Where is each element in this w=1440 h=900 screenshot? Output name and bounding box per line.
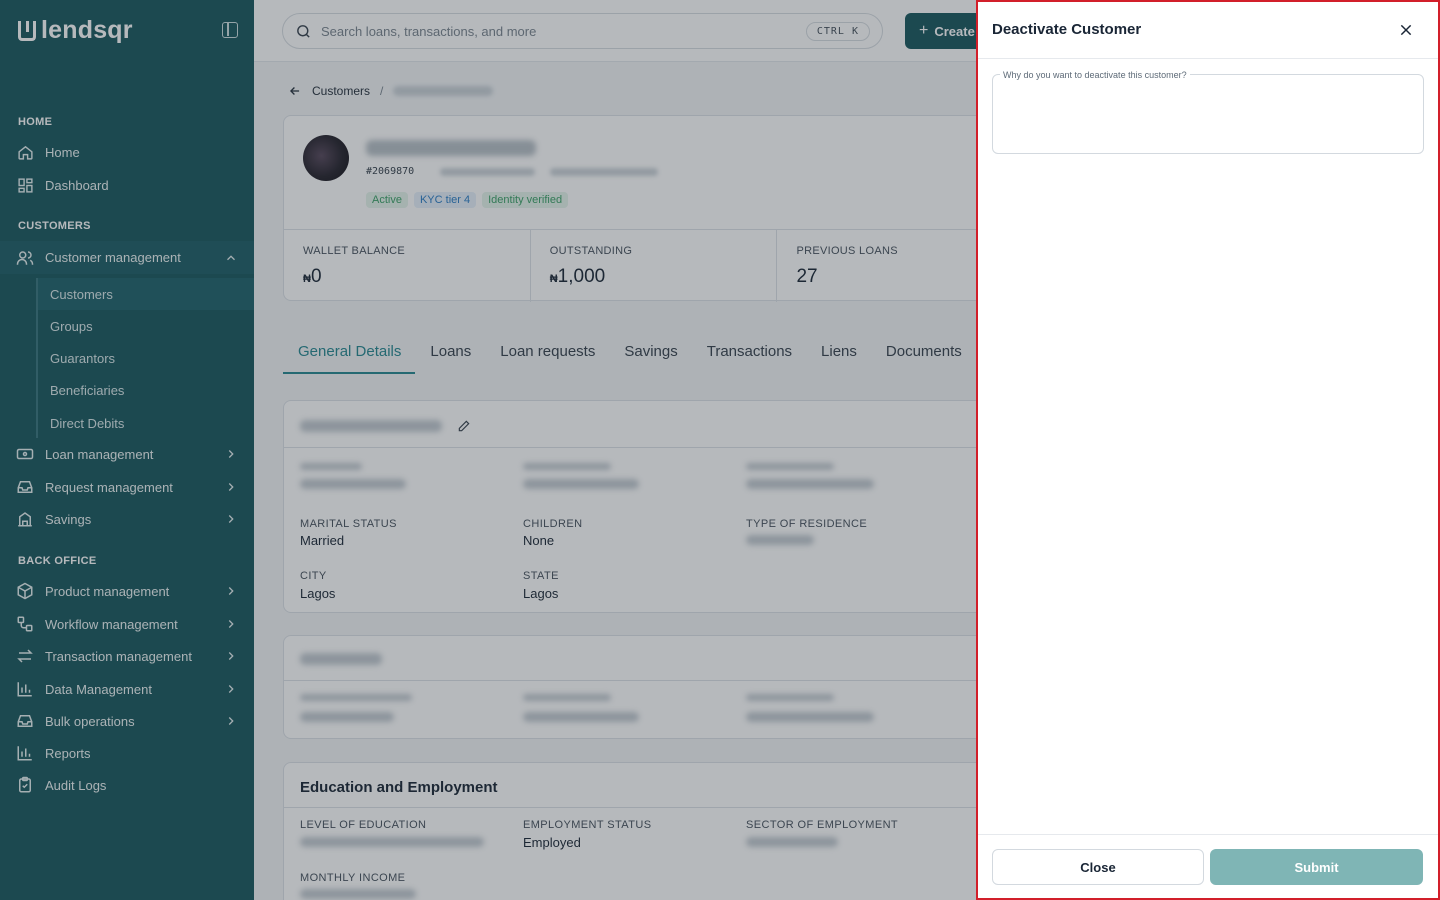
modal-backdrop[interactable] — [0, 0, 976, 900]
drawer-header-divider — [978, 58, 1438, 59]
close-icon[interactable] — [1398, 22, 1414, 38]
deactivate-customer-drawer: Deactivate Customer Why do you want to d… — [976, 0, 1440, 900]
drawer-title: Deactivate Customer — [992, 21, 1142, 38]
deactivation-reason-input[interactable] — [993, 75, 1423, 153]
deactivation-reason-field: Why do you want to deactivate this custo… — [992, 70, 1424, 154]
drawer-footer-divider — [978, 834, 1438, 835]
deactivation-reason-label: Why do you want to deactivate this custo… — [1000, 70, 1190, 80]
close-button[interactable]: Close — [992, 849, 1204, 885]
submit-button[interactable]: Submit — [1210, 849, 1423, 885]
